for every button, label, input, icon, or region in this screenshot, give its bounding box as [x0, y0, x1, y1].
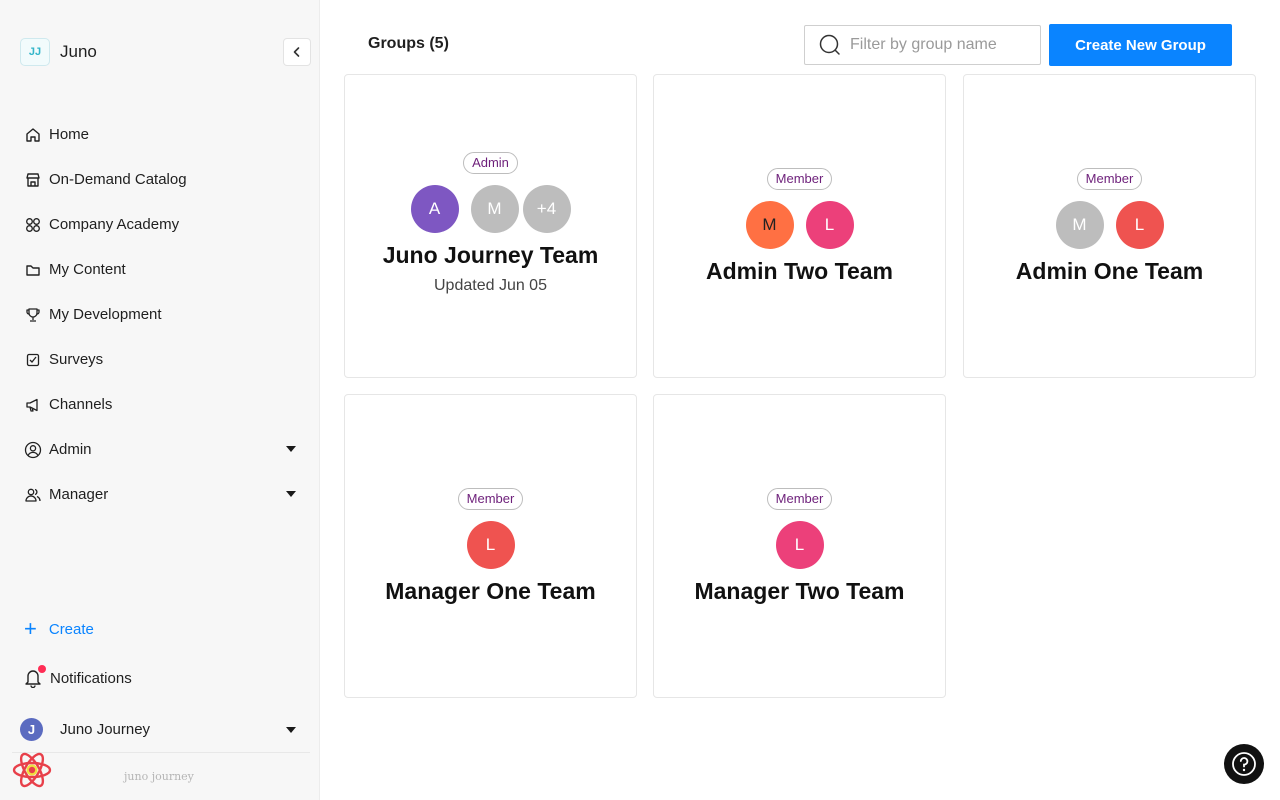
- sidebar-item-manager[interactable]: Manager: [0, 472, 320, 517]
- group-card-admin-two-team[interactable]: Member M L Admin Two Team: [653, 74, 946, 378]
- sidebar: JJ Juno Home On-Demand Catalog Company A…: [0, 0, 320, 800]
- folder-icon: [24, 261, 42, 279]
- create-new-group-button[interactable]: Create New Group: [1049, 24, 1232, 66]
- more-members-avatar: +4: [522, 185, 571, 233]
- sidebar-item-label: Manager: [49, 486, 109, 503]
- page-title: Groups (5): [368, 35, 449, 52]
- create-button[interactable]: + Create: [24, 618, 94, 640]
- group-filter-input[interactable]: [850, 36, 1030, 54]
- search-icon: [819, 34, 840, 55]
- trophy-icon: [24, 306, 42, 324]
- role-badge: Member: [1076, 168, 1143, 190]
- plus-icon: +: [24, 616, 37, 641]
- notifications-button[interactable]: Notifications: [24, 665, 132, 689]
- role-badge: Member: [766, 168, 833, 190]
- group-card-content: Admin A M +4 Juno Journey Team Updated J…: [345, 152, 636, 295]
- caret-down-icon[interactable]: [286, 491, 296, 497]
- sidebar-item-label: Channels: [49, 396, 113, 413]
- member-avatars: A M +4: [410, 185, 571, 233]
- bell-icon: [24, 665, 46, 689]
- role-badge: Admin: [463, 152, 518, 174]
- member-avatars: L: [466, 521, 515, 569]
- brand[interactable]: JJ Juno: [20, 38, 97, 66]
- juno-logo-icon: JJ: [20, 38, 50, 66]
- group-title: Admin Two Team: [706, 258, 893, 284]
- sidebar-item-label: My Development: [49, 306, 162, 323]
- notification-dot: [38, 665, 46, 673]
- store-icon: [24, 171, 42, 189]
- users-icon: [24, 486, 42, 504]
- sidebar-item-label: Surveys: [49, 351, 104, 368]
- footer-logo: juno journey: [124, 770, 194, 783]
- group-title: Juno Journey Team: [382, 242, 599, 268]
- group-updated-date: Updated Jun 05: [434, 277, 547, 294]
- group-card-juno-journey-team[interactable]: Admin A M +4 Juno Journey Team Updated J…: [344, 74, 637, 378]
- filter-field[interactable]: [804, 25, 1041, 65]
- group-title: Manager One Team: [385, 578, 596, 604]
- avatar: L: [1115, 201, 1164, 249]
- sidebar-item-label: Home: [49, 126, 90, 143]
- sidebar-nav: Home On-Demand Catalog Company Academy M…: [0, 112, 320, 517]
- sidebar-item-label: On-Demand Catalog: [49, 171, 187, 188]
- caret-down-icon[interactable]: [286, 446, 296, 452]
- avatar: L: [775, 521, 824, 569]
- user-circle-icon: [24, 441, 42, 459]
- member-avatars: M L: [1055, 201, 1164, 249]
- sidebar-item-home[interactable]: Home: [0, 112, 320, 157]
- notifications-label: Notifications: [50, 669, 132, 687]
- avatar: A: [410, 185, 459, 233]
- sidebar-item-company-academy[interactable]: Company Academy: [0, 202, 320, 247]
- role-badge: Member: [457, 488, 524, 510]
- sidebar-item-channels[interactable]: Channels: [0, 382, 320, 427]
- user-menu[interactable]: J Juno Journey: [20, 718, 310, 741]
- group-card-admin-one-team[interactable]: Member M L Admin One Team: [963, 74, 1256, 378]
- megaphone-icon: [24, 396, 42, 414]
- group-card-content: Member M L Admin Two Team: [654, 168, 945, 285]
- divider: [12, 752, 310, 753]
- survey-icon: [24, 351, 42, 369]
- collapse-sidebar-button[interactable]: [283, 38, 311, 66]
- caret-down-icon[interactable]: [286, 727, 296, 733]
- avatar: L: [466, 521, 515, 569]
- sidebar-item-label: My Content: [49, 261, 126, 278]
- help-button[interactable]: [1224, 744, 1264, 784]
- sidebar-item-label: Admin: [49, 441, 92, 458]
- sidebar-item-my-development[interactable]: My Development: [0, 292, 320, 337]
- react-devtools-icon[interactable]: [12, 752, 52, 788]
- member-avatars: M L: [745, 201, 854, 249]
- home-icon: [24, 126, 42, 144]
- group-card-manager-two-team[interactable]: Member L Manager Two Team: [653, 394, 946, 698]
- grid-icon: [24, 216, 42, 234]
- user-name: Juno Journey: [60, 721, 151, 738]
- avatar: M: [470, 185, 519, 233]
- sidebar-item-my-content[interactable]: My Content: [0, 247, 320, 292]
- avatar: M: [1055, 201, 1104, 249]
- create-label: Create: [48, 620, 94, 638]
- member-avatars: L: [775, 521, 824, 569]
- avatar: L: [805, 201, 854, 249]
- sidebar-item-admin[interactable]: Admin: [0, 427, 320, 472]
- avatar: J: [20, 718, 43, 741]
- group-title: Admin One Team: [1015, 258, 1204, 284]
- sidebar-item-label: Company Academy: [49, 216, 180, 233]
- group-card-content: Member M L Admin One Team: [964, 168, 1255, 285]
- help-circle-icon: [1232, 752, 1256, 776]
- group-card-content: Member L Manager Two Team: [654, 488, 945, 605]
- group-title: Manager Two Team: [694, 578, 905, 604]
- avatar: M: [745, 201, 794, 249]
- sidebar-item-surveys[interactable]: Surveys: [0, 337, 320, 382]
- app-name: Juno: [60, 42, 97, 61]
- role-badge: Member: [766, 488, 833, 510]
- group-card-manager-one-team[interactable]: Member L Manager One Team: [344, 394, 637, 698]
- chevron-left-icon: [293, 47, 300, 57]
- sidebar-item-on-demand-catalog[interactable]: On-Demand Catalog: [0, 157, 320, 202]
- group-card-content: Member L Manager One Team: [345, 488, 636, 605]
